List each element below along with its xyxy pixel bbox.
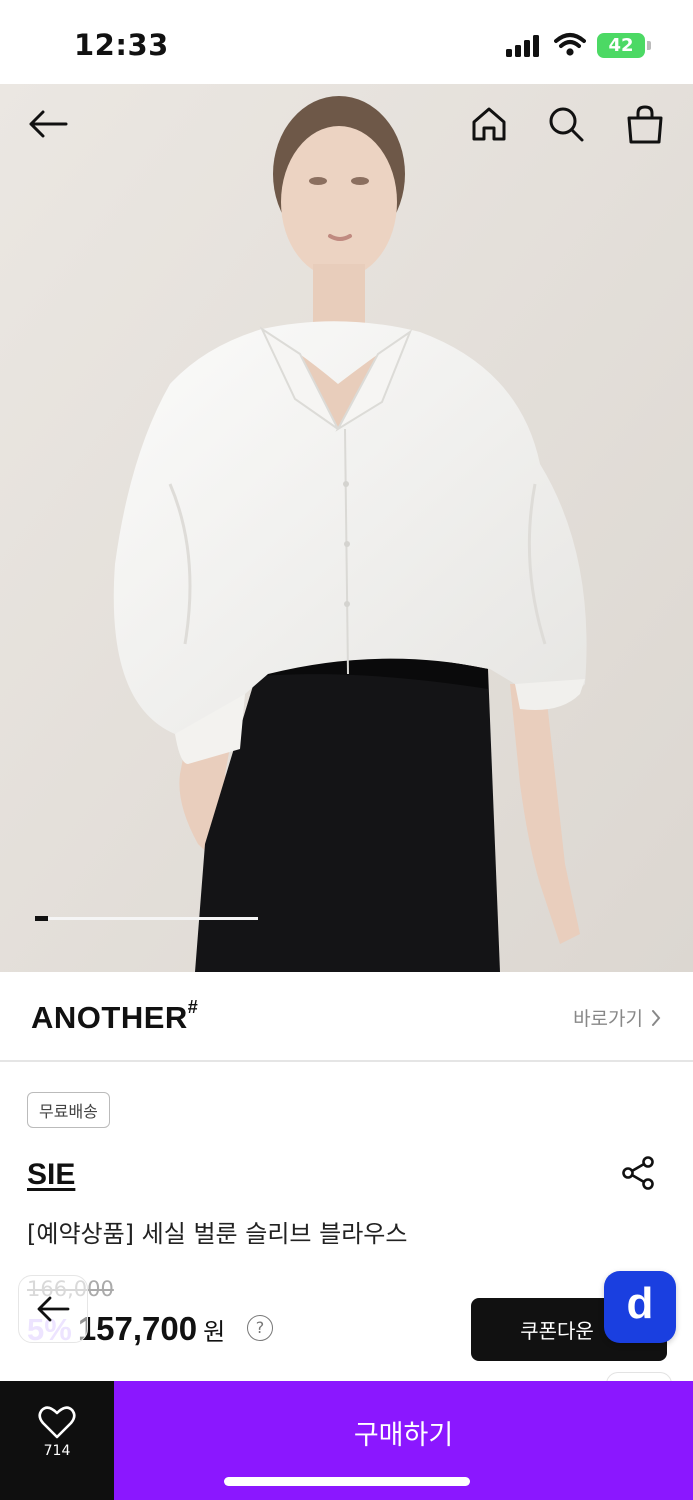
cellular-signal-icon [506,35,542,57]
back-button[interactable] [23,99,73,149]
shopping-bag-icon [627,105,663,144]
gallery-progress-fill [35,916,49,921]
chevron-right-icon [652,1009,661,1026]
currency-unit: 원 [203,1318,226,1346]
search-icon [549,107,584,142]
like-count: 714 [43,1443,71,1459]
gallery-progress-track [35,916,258,921]
search-button[interactable] [541,99,591,149]
like-button[interactable]: 714 [0,1381,114,1500]
brand-mark: # [187,996,199,1017]
seller-name[interactable]: SIE [27,1158,75,1192]
home-indicator [224,1477,470,1486]
price-help-icon[interactable]: ? [247,1315,273,1341]
brand-shortcut-link[interactable]: 바로가기 [573,1004,661,1031]
product-image-gallery[interactable] [0,84,693,972]
product-photo [0,84,693,972]
free-shipping-badge: 무료배송 [27,1092,110,1128]
brand-row[interactable]: ANOTHER# 바로가기 [0,972,693,1062]
battery-icon: 42 [597,33,645,58]
arrow-left-icon [37,1296,70,1322]
arrow-left-icon [29,110,68,138]
app-shortcut-badge[interactable]: d [604,1271,676,1343]
home-button[interactable] [464,99,514,149]
battery-cap [647,41,651,50]
status-bar: 12:33 42 [0,0,693,84]
brand-name: ANOTHER# [31,996,199,1035]
wifi-icon [554,33,586,56]
heart-icon [38,1406,76,1439]
brand-shortcut-label: 바로가기 [573,1008,643,1030]
floating-back-button[interactable] [18,1275,88,1343]
home-icon [472,107,506,141]
product-title: [예약상품] 세실 벌룬 슬리브 블라우스 [27,1220,408,1248]
cart-button[interactable] [620,99,670,149]
share-icon[interactable] [620,1155,656,1191]
status-time: 12:33 [74,28,169,62]
sale-price: 157,700 [77,1310,198,1347]
